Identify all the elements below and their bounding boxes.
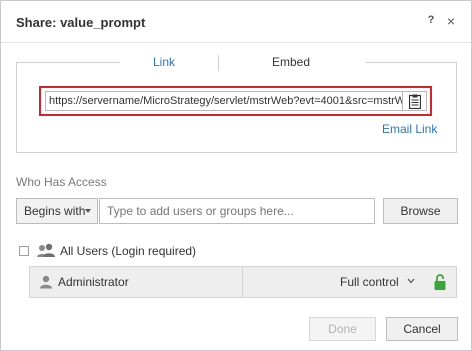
share-tabs: Link Embed (120, 49, 366, 77)
close-icon[interactable]: × (445, 13, 457, 29)
share-url-field[interactable]: https://servername/MicroStrategy/servlet… (45, 91, 403, 111)
user-group-icon (37, 243, 55, 257)
copy-url-button[interactable] (403, 91, 427, 111)
tab-embed[interactable]: Embed (272, 55, 310, 69)
clipboard-icon (408, 94, 421, 109)
access-entry-row: Administrator Full control (29, 266, 457, 298)
permission-dropdown[interactable]: Full control (340, 275, 399, 289)
chevron-down-icon (85, 209, 91, 213)
match-mode-dropdown[interactable]: Begins with (16, 198, 98, 224)
all-users-row: All Users (Login required) (16, 243, 456, 259)
match-mode-value: Begins with (24, 204, 86, 218)
column-divider (242, 267, 243, 297)
all-users-checkbox[interactable] (19, 246, 29, 256)
user-icon (40, 275, 52, 289)
chevron-down-icon[interactable] (407, 278, 415, 284)
unlocked-padlock-icon[interactable] (433, 273, 447, 291)
tab-divider (218, 55, 219, 71)
share-dialog: Share: value_prompt ? × Link Embed https… (0, 0, 472, 351)
who-has-access-label: Who Has Access (16, 175, 107, 189)
tab-link[interactable]: Link (153, 55, 175, 69)
done-button[interactable]: Done (309, 317, 376, 341)
email-link[interactable]: Email Link (382, 122, 437, 136)
dialog-titlebar: Share: value_prompt ? × (1, 1, 471, 43)
cancel-button[interactable]: Cancel (386, 317, 458, 341)
dialog-title: Share: value_prompt (16, 15, 146, 30)
user-search-input[interactable] (99, 198, 375, 224)
help-icon[interactable]: ? (425, 14, 437, 28)
all-users-label: All Users (Login required) (60, 244, 197, 258)
access-user-name: Administrator (58, 275, 129, 289)
browse-button[interactable]: Browse (383, 198, 458, 224)
